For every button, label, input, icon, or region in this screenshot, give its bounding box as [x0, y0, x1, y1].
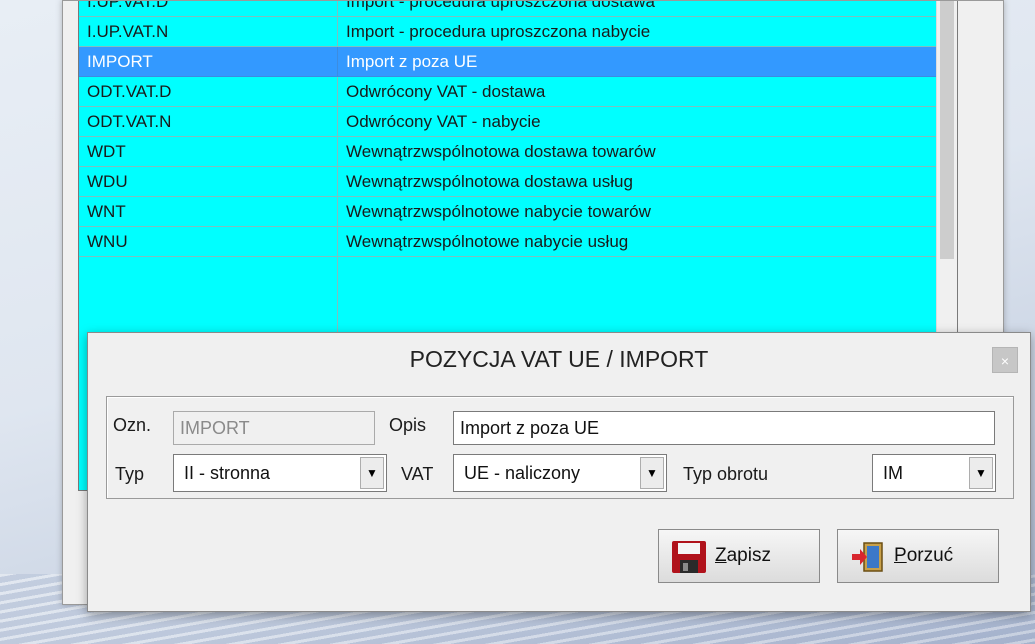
save-button[interactable]: Zapisz	[658, 529, 820, 583]
vat-position-dialog: POZYCJA VAT UE / IMPORT × Ozn. IMPORT Op…	[87, 332, 1031, 612]
list-cell-code: IMPORT	[79, 47, 338, 77]
floppy-disk-icon	[672, 541, 706, 573]
list-row[interactable]: I.UP.VAT.D Import - procedura uproszczon…	[79, 1, 937, 17]
vat-select[interactable]: UE - naliczony ▼	[453, 454, 667, 492]
list-cell-description: Import - procedura uproszczona dostawa	[338, 1, 937, 17]
list-cell-code: WDU	[79, 167, 338, 197]
list-cell-description: Odwrócony VAT - dostawa	[338, 77, 937, 107]
dialog-title: POZYCJA VAT UE / IMPORT	[409, 346, 709, 372]
vat-label: VAT	[401, 464, 434, 484]
list-cell-code: WNU	[79, 227, 338, 257]
list-row[interactable]: WNT Wewnątrzwspólnotowe nabycie towarów	[79, 197, 937, 227]
opis-field[interactable]: Import z poza UE	[453, 411, 995, 445]
typ-obrotu-selected-value: IM	[883, 463, 903, 483]
list-row[interactable]: ODT.VAT.N Odwrócony VAT - nabycie	[79, 107, 937, 137]
opis-label: Opis	[389, 415, 427, 435]
list-cell-description: Wewnątrzwspólnotowe nabycie towarów	[338, 197, 937, 227]
list-cell-description: Import - procedura uproszczona nabycie	[338, 17, 937, 47]
chevron-down-icon[interactable]: ▼	[969, 457, 993, 489]
list-row[interactable]: WNU Wewnątrzwspólnotowe nabycie usług	[79, 227, 937, 257]
list-cell-description: Import z poza UE	[338, 47, 937, 77]
list-row[interactable]: WDU Wewnątrzwspólnotowa dostawa usług	[79, 167, 937, 197]
scrollbar-thumb[interactable]	[940, 1, 954, 259]
list-cell-description: Wewnątrzwspólnotowa dostawa towarów	[338, 137, 937, 167]
chevron-down-icon[interactable]: ▼	[640, 457, 664, 489]
typ-label: Typ	[115, 464, 145, 484]
typ-select[interactable]: II - stronna ▼	[173, 454, 387, 492]
list-cell-code: ODT.VAT.N	[79, 107, 338, 137]
typ-obrotu-select[interactable]: IM ▼	[872, 454, 996, 492]
close-icon: ×	[1000, 353, 1010, 369]
list-cell-description: Odwrócony VAT - nabycie	[338, 107, 937, 137]
list-cell-code: ODT.VAT.D	[79, 77, 338, 107]
list-row[interactable]: I.UP.VAT.N Import - procedura uproszczon…	[79, 17, 937, 47]
fields-group: Ozn. IMPORT Opis Import z poza UE Typ II…	[106, 396, 1014, 499]
list-row-selected[interactable]: IMPORT Import z poza UE	[79, 47, 937, 77]
list-cell-code: I.UP.VAT.N	[79, 17, 338, 47]
ozn-field: IMPORT	[173, 411, 375, 445]
cancel-button-label: Porzuć	[894, 545, 954, 566]
exit-door-icon	[852, 542, 883, 572]
save-button-label: Zapisz	[715, 545, 771, 566]
vat-selected-value: UE - naliczony	[464, 463, 581, 483]
list-cell-description: Wewnątrzwspólnotowe nabycie usług	[338, 227, 937, 257]
list-cell-code: WNT	[79, 197, 338, 227]
list-row[interactable]: WDT Wewnątrzwspólnotowa dostawa towarów	[79, 137, 937, 167]
list-cell-description: Wewnątrzwspólnotowa dostawa usług	[338, 167, 937, 197]
typ-obrotu-label: Typ obrotu	[683, 464, 769, 484]
list-cell-code: I.UP.VAT.D	[79, 1, 338, 17]
cancel-button[interactable]: Porzuć	[837, 529, 999, 583]
chevron-down-icon[interactable]: ▼	[360, 457, 384, 489]
list-cell-code: WDT	[79, 137, 338, 167]
list-row[interactable]: ODT.VAT.D Odwrócony VAT - dostawa	[79, 77, 937, 107]
ozn-label: Ozn.	[113, 415, 152, 435]
typ-selected-value: II - stronna	[184, 463, 271, 483]
close-button[interactable]: ×	[992, 347, 1018, 373]
